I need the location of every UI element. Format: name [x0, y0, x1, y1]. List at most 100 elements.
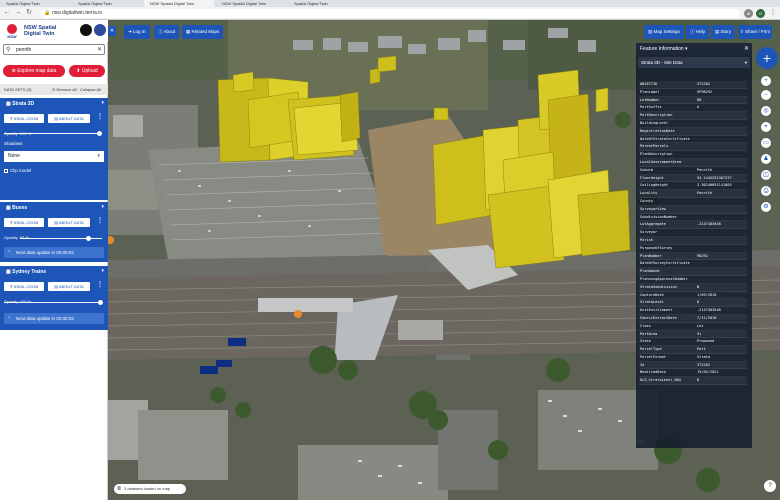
extension-icon[interactable]: ★: [744, 9, 753, 18]
my-location-icon[interactable]: ⌖: [761, 122, 771, 132]
next-update-status: ◔ Next data update in 00:00:02: [4, 313, 104, 324]
table-row: Parish: [639, 236, 747, 245]
chevron-down-icon[interactable]: ▾: [101, 268, 104, 274]
map-settings-button[interactable]: ▥ Map Settings: [644, 25, 684, 39]
lock-icon: 🔒: [44, 10, 51, 16]
more-options-icon[interactable]: ⋮: [97, 217, 103, 224]
ideal-zoom-button[interactable]: ⚲ IDEAL ZOOM: [4, 282, 44, 291]
attribute-value: 8: [697, 300, 700, 305]
clip-model-checkbox[interactable]: Clip model: [4, 168, 31, 173]
dataset-panel-strata-3d: ▦ Strata 3D ▾ ⚲ IDEAL ZOOM ▤ ABOUT DATA …: [0, 98, 108, 200]
related-maps-button[interactable]: ▦ Related Maps: [182, 25, 224, 39]
about-data-button[interactable]: ▤ ABOUT DATA: [48, 218, 90, 227]
ideal-zoom-button[interactable]: ⚲ IDEAL ZOOM: [4, 218, 44, 227]
more-options-icon[interactable]: ⋮: [97, 281, 103, 288]
dataset-title-text: Strata 3D: [12, 101, 35, 107]
datasets-loaded-indicator[interactable]: ≣ 3 datasets loaded on map: [114, 484, 186, 494]
split-screen-icon[interactable]: ◫: [761, 170, 771, 180]
about-data-button[interactable]: ▤ ABOUT DATA: [48, 282, 90, 291]
opacity-slider-thumb[interactable]: [98, 300, 103, 305]
reload-icon[interactable]: ↻: [24, 8, 34, 18]
attribute-value: [697, 151, 747, 158]
shadows-select[interactable]: None ▾: [4, 151, 104, 162]
attribute-key: ParentParcels: [640, 144, 669, 149]
search-input[interactable]: ⚲ penrith ✕: [3, 44, 105, 55]
table-row: PartArea 91: [639, 330, 747, 339]
attribute-key: CeilingHeight: [640, 183, 669, 188]
address-bar[interactable]: 🔒 nsw.digitaltwin.terria.io: [40, 9, 740, 18]
app-title: NSW Spatial Digital Twin: [24, 25, 56, 37]
clear-icon[interactable]: ✕: [97, 46, 102, 53]
zoom-out-icon[interactable]: −: [761, 90, 771, 100]
browser-tab[interactable]: NSW Spatial Digital Twin: [144, 0, 214, 7]
browser-tab[interactable]: Spatial Digital Twin: [0, 0, 70, 7]
collapse-sidebar-button[interactable]: ✕: [108, 26, 116, 36]
attribute-value: [697, 260, 747, 267]
feature-panel-header: Feature Information ▾ ✕: [636, 43, 752, 55]
back-icon[interactable]: ←: [2, 8, 12, 18]
opacity-slider-thumb[interactable]: [86, 236, 91, 241]
forward-icon[interactable]: →: [13, 8, 23, 18]
table-row: UnitEntitlement -2147483648: [639, 307, 747, 315]
opacity-slider-thumb[interactable]: [97, 131, 102, 136]
table-row: Suburb Penrith: [639, 167, 747, 175]
dataset-title[interactable]: ▦ Buses: [6, 205, 27, 211]
about-data-label: ABOUT DATA: [58, 220, 84, 225]
tools-icon[interactable]: ⚙: [761, 202, 771, 212]
browser-tab[interactable]: NSW Spatial Digital Twin: [216, 0, 286, 7]
browser-tab[interactable]: Spatial Digital Twin: [72, 0, 142, 7]
close-icon[interactable]: ✕: [744, 43, 749, 55]
chevron-down-icon[interactable]: ▾: [101, 204, 104, 210]
attribute-key: PlanOwned: [640, 269, 660, 274]
url-text: nsw.digitaltwin.terria.io: [52, 10, 103, 16]
attribute-key: Id: [640, 362, 645, 367]
about-button[interactable]: ⓘ About: [154, 25, 180, 39]
remove-all-button[interactable]: ⊖ Remove All: [52, 87, 77, 92]
table-row: BuildingLevel: [639, 120, 747, 128]
attribute-value: 1/09/2018: [697, 292, 717, 297]
dataset-title[interactable]: ▦ Strata 3D: [6, 101, 34, 107]
ideal-zoom-button[interactable]: ⚲ IDEAL ZOOM: [4, 114, 44, 123]
chat-help-icon[interactable]: ?: [764, 480, 776, 492]
opacity-slider[interactable]: [4, 302, 102, 303]
print-icon[interactable]: ⎙: [761, 186, 771, 196]
more-options-icon[interactable]: ⋮: [97, 113, 103, 120]
menu-icon[interactable]: ⋮: [768, 8, 778, 18]
zoom-in-icon[interactable]: +: [761, 76, 771, 86]
pedestrian-icon[interactable]: ♟: [761, 154, 771, 164]
attribute-key: StrataLevel: [640, 300, 664, 305]
attribute-key: Class: [640, 323, 651, 328]
collapse-all-button[interactable]: Collapse All: [80, 87, 101, 92]
help-button[interactable]: ⓘ Help: [686, 25, 710, 39]
clip-model-label: Clip model: [10, 168, 32, 173]
reset-view-icon[interactable]: ◎: [761, 106, 771, 116]
attribute-key: LotNumber: [640, 97, 660, 102]
zoom-compass-control[interactable]: +: [756, 47, 778, 69]
explore-map-data-button[interactable]: ⊕ Explore map data: [3, 65, 65, 77]
feature-layer-select[interactable]: Strata 3D - Site Data ▾: [638, 57, 750, 68]
dataset-title[interactable]: ▦ Sydney Trains: [6, 269, 46, 275]
layers-icon: ≣: [117, 486, 122, 492]
chevron-down-icon[interactable]: ▾: [101, 100, 104, 106]
table-row: PlanNumber 98292: [639, 252, 747, 261]
opacity-slider[interactable]: [4, 133, 102, 134]
story-button[interactable]: ▤ Story: [711, 25, 736, 39]
table-row: FloorHeight 54.1445291307237: [639, 174, 747, 183]
feature-layer-name: Strata 3D - Site Data: [641, 60, 683, 65]
attribute-value: 19/05/2021: [697, 370, 719, 375]
upload-button[interactable]: ⬆ Upload: [69, 65, 105, 77]
profile-avatar[interactable]: G: [756, 9, 765, 18]
share-print-button[interactable]: ⇪ Share / Print: [738, 25, 773, 39]
attribute-value: [697, 198, 747, 205]
ideal-zoom-label: IDEAL ZOOM: [13, 116, 39, 121]
about-data-button[interactable]: ▤ ABOUT DATA: [48, 114, 90, 123]
remove-all-label: Remove All: [56, 87, 77, 92]
story-label: Story: [720, 29, 732, 34]
login-button[interactable]: ➜ Log In: [124, 25, 150, 39]
search-icon: ⚲: [6, 47, 11, 53]
table-row: LotNumber 80: [639, 96, 747, 105]
attribute-key: PlanNumber: [640, 253, 662, 258]
measure-icon[interactable]: ▭: [761, 138, 771, 148]
browser-tab[interactable]: Spatial Digital Twin: [288, 0, 358, 7]
table-row: Id 372282: [639, 361, 747, 370]
